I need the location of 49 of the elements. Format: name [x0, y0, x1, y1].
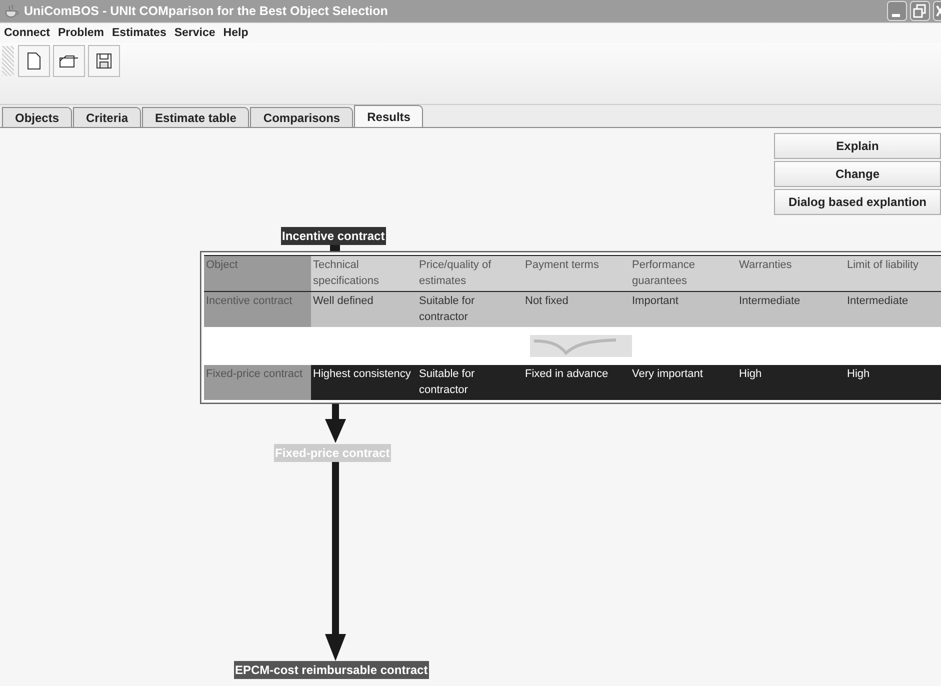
column-header: Payment terms [523, 256, 630, 292]
table-cell: Intermediate [845, 292, 941, 327]
toolbar-grip[interactable] [2, 46, 14, 76]
menu-item[interactable]: Problem [58, 27, 104, 39]
save-button[interactable] [88, 45, 120, 77]
close-icon[interactable] [933, 1, 941, 21]
curve-icon [530, 335, 632, 357]
table-cell: Fixed-price contract [204, 365, 311, 400]
folder-icon [59, 54, 79, 68]
arrow [325, 403, 346, 443]
column-header: Performance guarantees [630, 256, 737, 292]
tab[interactable]: Estimate table [142, 107, 250, 127]
tab[interactable]: Criteria [73, 107, 142, 127]
menu-item[interactable]: Help [223, 27, 248, 39]
column-header: Limit of liability [845, 256, 941, 292]
table-cell: High [845, 365, 941, 400]
action-button[interactable]: Change [774, 161, 941, 187]
cup-icon [4, 4, 20, 18]
table-cell: Well defined [311, 292, 417, 327]
table-cell: Highest consistency [311, 365, 417, 400]
diagram-node: EPCM-cost reimbursable contract [234, 661, 429, 679]
diagram-node: Incentive contract [281, 227, 386, 245]
tab[interactable]: Comparisons [250, 107, 354, 127]
table-cell: High [737, 365, 845, 400]
minimize-icon[interactable] [887, 1, 907, 21]
column-header: Price/quality of estimates [417, 256, 523, 292]
column-header: Object [204, 256, 311, 292]
table-cell: Suitable for contractor [417, 365, 523, 400]
table-cell: Intermediate [737, 292, 845, 327]
restore-icon[interactable] [910, 1, 930, 21]
menu-item[interactable]: Service [174, 27, 216, 39]
table-cell: Important [630, 292, 737, 327]
tab[interactable]: Objects [2, 107, 72, 127]
file-icon [27, 52, 41, 70]
menu-item[interactable]: Connect [4, 27, 50, 39]
table-cell: Incentive contract [204, 292, 311, 327]
window-title: UniComBOS - UNIt COMparison for the Best Object Selection [24, 4, 389, 18]
table-cell: Suitable for contractor [417, 292, 523, 327]
action-button[interactable]: Explain [774, 133, 941, 159]
new-file-button[interactable] [18, 45, 50, 77]
menu-item[interactable]: Estimates [112, 27, 166, 39]
table-cell: Not fixed [523, 292, 630, 327]
open-folder-button[interactable] [53, 45, 85, 77]
column-header: Warranties [737, 256, 845, 292]
column-header: Technical specifications [311, 256, 417, 292]
action-button[interactable]: Dialog based explantion [774, 189, 941, 215]
tab[interactable]: Results [354, 105, 424, 127]
table-cell: Very important [630, 365, 737, 400]
table-cell: Fixed in advance [523, 365, 630, 400]
